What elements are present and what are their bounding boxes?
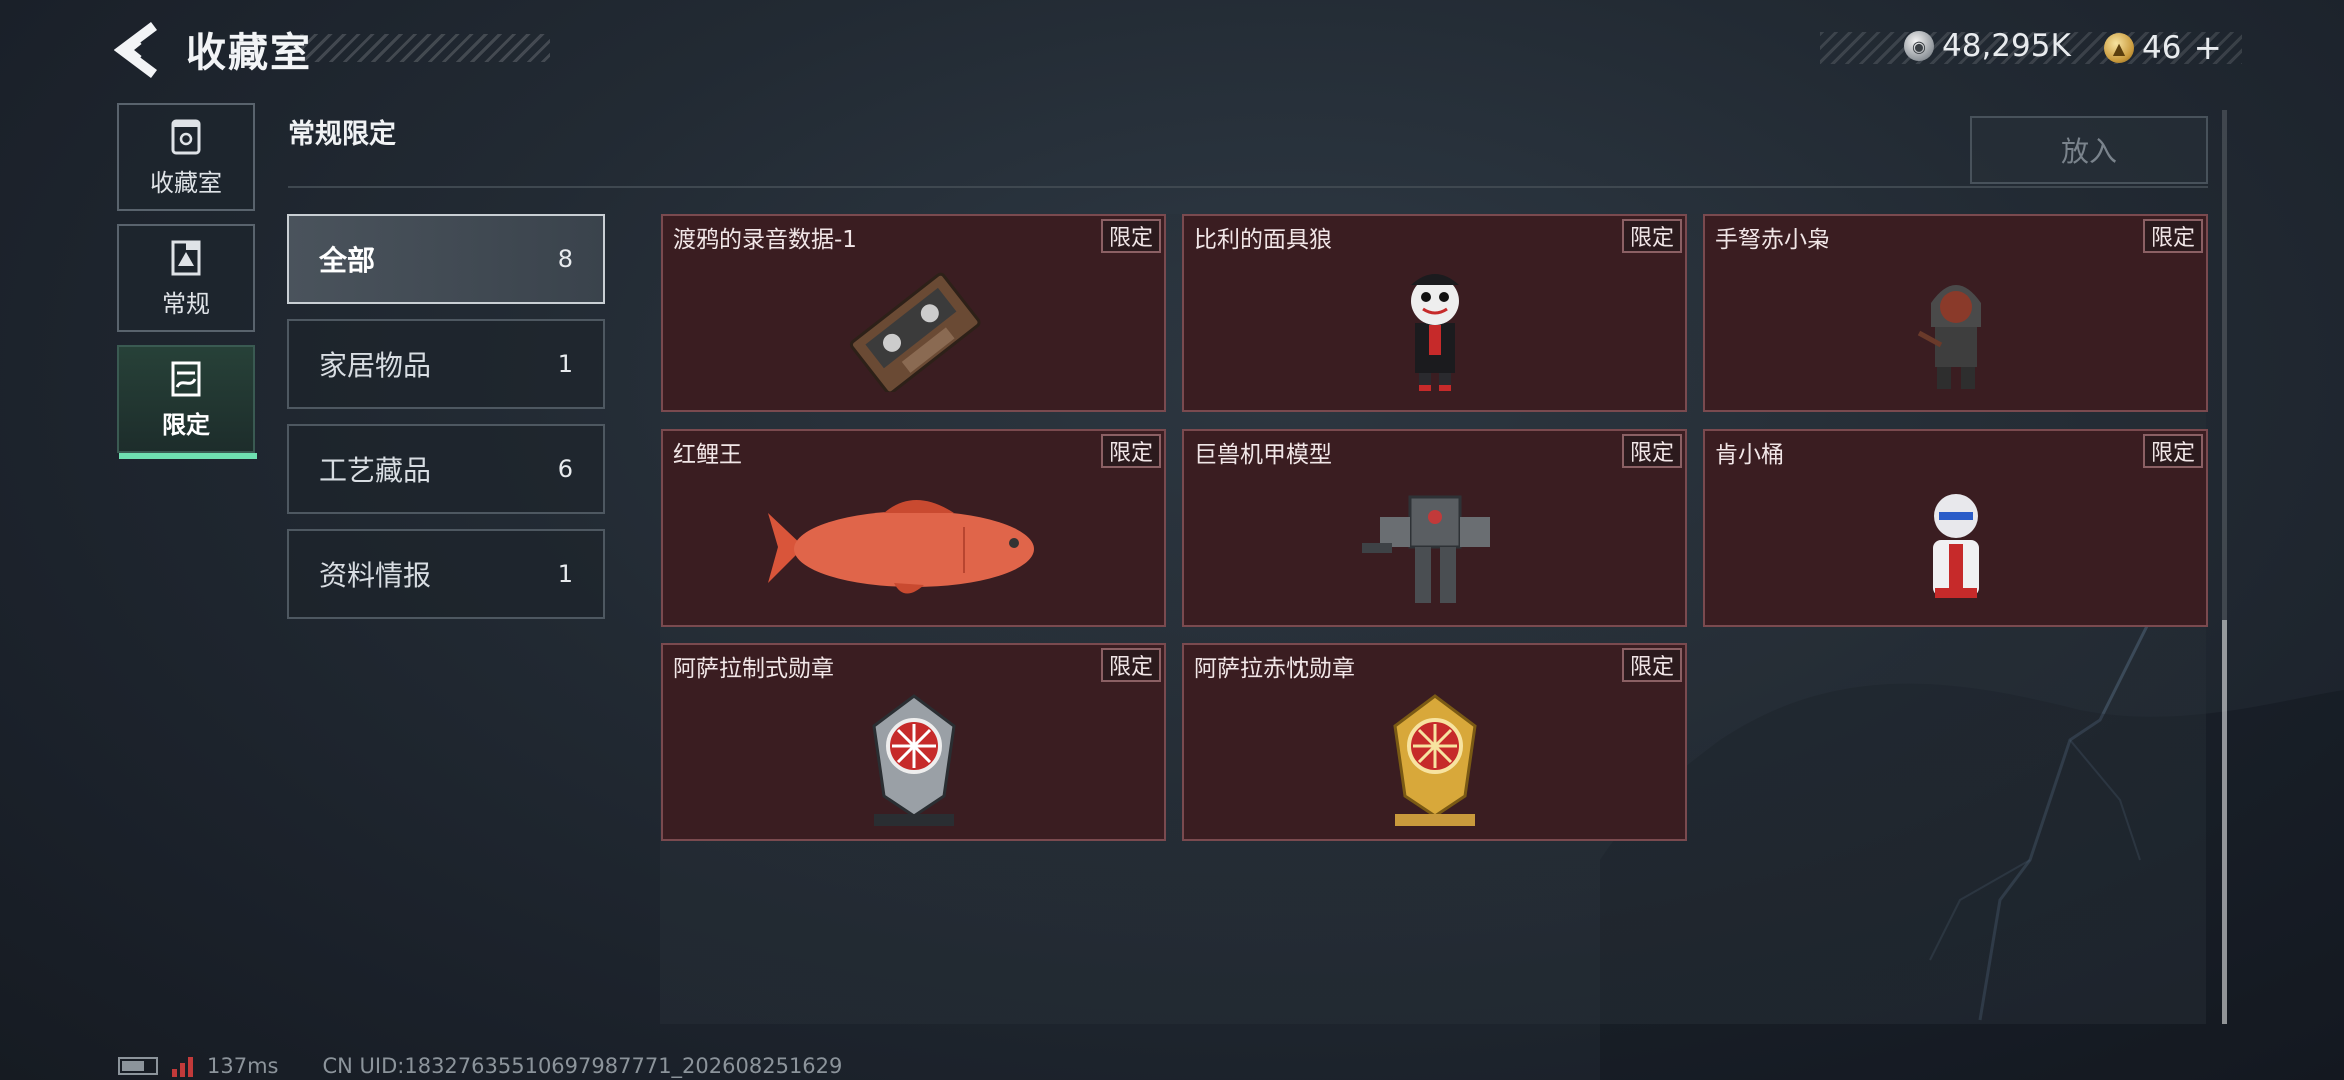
category-label: 资料情报: [319, 559, 432, 592]
item-name: 手弩赤小枭: [1715, 227, 1830, 253]
mech-model-icon: [1184, 467, 1685, 625]
ping-value: 137ms: [207, 1054, 279, 1078]
category-count: 6: [557, 455, 573, 483]
item-card[interactable]: 手弩赤小枭 限定: [1703, 214, 2208, 412]
limited-tag: 限定: [1621, 219, 1682, 253]
back-arrow-icon: [113, 22, 157, 78]
item-card[interactable]: 阿萨拉制式勋章 限定: [661, 643, 1166, 841]
limited-tag: 限定: [1100, 434, 1161, 468]
limited-tag: 限定: [1621, 434, 1682, 468]
item-name: 阿萨拉赤忱勋章: [1194, 656, 1355, 682]
category-label: 工艺藏品: [319, 454, 432, 487]
add-currency-icon[interactable]: +: [2193, 28, 2222, 68]
status-bar: 137ms CN UID:18327635510697987771_202608…: [118, 1054, 842, 1078]
item-card[interactable]: 阿萨拉赤忱勋章 限定: [1182, 643, 1687, 841]
currency-silver[interactable]: ◉ 48,295K: [1904, 28, 2071, 64]
collection-room-icon: [166, 117, 206, 157]
category-count: 1: [557, 560, 573, 588]
nav-label: 限定: [162, 410, 210, 439]
limited-tag: 限定: [2142, 219, 2203, 253]
cassette-tape-icon: [663, 252, 1164, 410]
item-card[interactable]: 比利的面具狼 限定: [1182, 214, 1687, 412]
item-name: 比利的面具狼: [1194, 227, 1332, 253]
scroll-thumb[interactable]: [2222, 620, 2227, 1024]
item-name: 红鲤王: [673, 442, 742, 468]
silver-amount: 48,295K: [1942, 28, 2071, 64]
gold-coin-icon: ▲: [2104, 33, 2134, 63]
nav-label: 常规: [162, 289, 210, 318]
silver-medal-icon: [663, 681, 1164, 839]
category-count: 8: [557, 245, 573, 273]
back-button[interactable]: [113, 22, 164, 78]
category-label: 家居物品: [319, 349, 432, 382]
category-intel[interactable]: 资料情报 1: [287, 529, 605, 619]
gold-medal-icon: [1184, 681, 1685, 839]
regular-icon: [166, 238, 206, 278]
active-indicator: [119, 453, 257, 459]
item-card[interactable]: 渡鸦的录音数据-1 限定: [661, 214, 1166, 412]
item-name: 肯小桶: [1715, 442, 1784, 468]
uid-text: CN UID:18327635510697987771_202608251629: [322, 1054, 843, 1078]
limited-tag: 限定: [1100, 648, 1161, 682]
limited-tag: 限定: [2142, 434, 2203, 468]
section-title: 常规限定: [288, 119, 396, 150]
divider: [288, 186, 2208, 188]
scrollbar[interactable]: [2222, 110, 2227, 1024]
page-title: 收藏室: [186, 30, 312, 76]
item-name: 阿萨拉制式勋章: [673, 656, 834, 682]
category-count: 1: [557, 350, 573, 378]
nav-item-limited[interactable]: 限定: [117, 345, 257, 459]
category-crafts[interactable]: 工艺藏品 6: [287, 424, 605, 514]
nav-item-regular[interactable]: 常规: [117, 224, 255, 332]
gold-amount: 46: [2142, 30, 2182, 66]
place-in-button[interactable]: 放入: [1970, 116, 2208, 184]
category-all[interactable]: 全部 8: [287, 214, 605, 304]
red-carp-icon: [663, 467, 1164, 625]
limited-tag: 限定: [1621, 648, 1682, 682]
item-card[interactable]: 巨兽机甲模型 限定: [1182, 429, 1687, 627]
nav-item-collection-room[interactable]: 收藏室: [117, 103, 255, 211]
category-label: 全部: [319, 244, 376, 277]
currency-gold[interactable]: ▲ 46 +: [2104, 28, 2222, 68]
item-name: 巨兽机甲模型: [1194, 442, 1332, 468]
item-card[interactable]: 肯小桶 限定: [1703, 429, 2208, 627]
bust-figure-icon: [1705, 467, 2206, 625]
nav-label: 收藏室: [150, 168, 222, 197]
item-name: 渡鸦的录音数据-1: [673, 227, 857, 253]
puppet-figure-icon: [1184, 252, 1685, 410]
limited-icon: [166, 359, 206, 399]
limited-tag: 限定: [1100, 219, 1161, 253]
battery-icon: [118, 1057, 158, 1075]
hooded-figure-icon: [1705, 252, 2206, 410]
title-decoration: [300, 34, 550, 62]
item-card[interactable]: 红鲤王 限定: [661, 429, 1166, 627]
silver-coin-icon: ◉: [1904, 31, 1934, 61]
signal-icon: [172, 1055, 193, 1077]
category-home-items[interactable]: 家居物品 1: [287, 319, 605, 409]
top-bar: 收藏室 ◉ 48,295K ▲ 46 +: [0, 0, 2344, 100]
